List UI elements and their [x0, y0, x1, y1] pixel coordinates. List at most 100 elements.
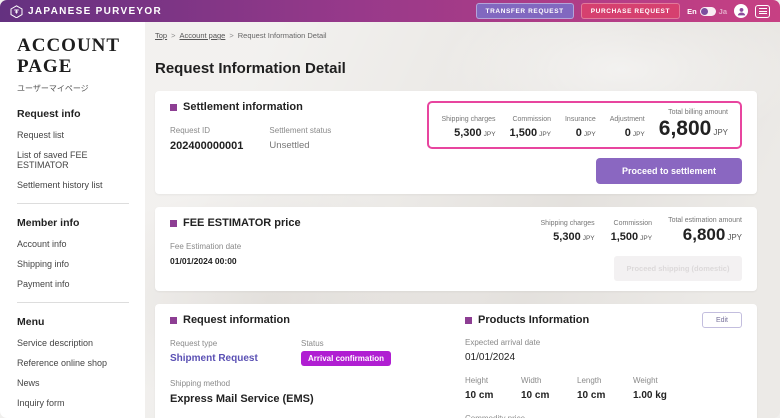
charge-amount: 0 — [624, 127, 631, 139]
fee-estimation-date-label: Fee Estimation date — [170, 242, 242, 251]
breadcrumb-link-top[interactable]: Top — [155, 31, 167, 40]
products-information-header: Products Information — [465, 314, 742, 326]
charge-value: 5,300 JPY — [541, 231, 594, 243]
sidebar-title-line2: PAGE — [17, 55, 73, 77]
length-label: Length — [577, 376, 602, 385]
request-status-label: Status — [301, 339, 324, 348]
sidebar-section-request-info: Request info Request list List of saved … — [17, 108, 129, 190]
request-id-label: Request ID — [170, 126, 211, 135]
sidebar-title: ACCOUNT PAGE — [17, 35, 129, 78]
purchase-request-button[interactable]: PURCHASE REQUEST — [580, 3, 681, 19]
total-estimation-label: Total estimation amount — [668, 217, 742, 224]
brand: JAPANESE PURVEYOR — [10, 4, 162, 18]
shipping-method-value: Express Mail Service (EMS) — [170, 393, 314, 405]
length-value: 10 cm — [577, 390, 606, 401]
switch-knob — [700, 7, 708, 15]
insurance-column: Insurance 0 JPY — [565, 116, 596, 139]
request-information-header: Request information — [170, 314, 465, 326]
total-estimation-amount: 6,800 — [682, 225, 726, 244]
breadcrumb-separator: > — [171, 31, 176, 40]
breadcrumb-separator: > — [229, 31, 234, 40]
charge-unit: JPY — [483, 131, 496, 138]
charge-label: Shipping charges — [441, 116, 496, 123]
breadcrumb-link-account-page[interactable]: Account page — [179, 31, 225, 40]
width-label: Width — [521, 376, 542, 385]
brand-name: JAPANESE PURVEYOR — [28, 5, 162, 17]
fee-estimator-card: FEE ESTIMATOR price Fee Estimation date … — [155, 207, 757, 291]
language-toggle[interactable]: En Ja — [687, 6, 727, 16]
fee-estimation-date-field: Fee Estimation date 01/01/2024 00:00 — [170, 242, 241, 266]
sidebar-item-request-list[interactable]: Request list — [17, 130, 129, 140]
shipping-charges-column: Shipping charges 5,300 JPY — [441, 116, 495, 139]
settlement-left: Settlement information Request ID 202400… — [170, 101, 331, 152]
sidebar-item-payment-info[interactable]: Payment info — [17, 279, 129, 289]
status-badge: Arrival confirmation — [301, 351, 392, 366]
expected-arrival-value: 01/01/2024 — [465, 352, 516, 363]
shipping-method-field: Shipping method Express Mail Service (EM… — [170, 379, 465, 405]
fee-estimator-left: FEE ESTIMATOR price Fee Estimation date … — [170, 217, 301, 266]
transfer-request-button[interactable]: TRANSFER REQUEST — [475, 3, 574, 19]
fee-estimation-date-value: 01/01/2024 00:00 — [170, 256, 237, 266]
charge-label: Commission — [512, 116, 551, 123]
sidebar-divider — [17, 202, 129, 204]
charge-value: 1,500 JPY — [611, 231, 652, 243]
sidebar-item-news[interactable]: News — [17, 378, 129, 388]
charge-amount: 5,300 — [553, 231, 581, 243]
request-id-field: Request ID 202400000001 — [170, 126, 243, 152]
sidebar: ACCOUNT PAGE ユーザーマイページ Request info Requ… — [0, 22, 145, 418]
expected-arrival-field: Expected arrival date 01/01/2024 — [465, 338, 742, 363]
request-information-section: Request information Request type Shipmen… — [170, 314, 465, 418]
sidebar-item-saved-fee-estimator[interactable]: List of saved FEE ESTIMATOR — [17, 150, 129, 170]
sidebar-item-settlement-history[interactable]: Settlement history list — [17, 180, 129, 190]
language-switch[interactable] — [699, 6, 716, 16]
charge-unit: JPY — [583, 131, 596, 138]
breadcrumb-current: Request Information Detail — [237, 31, 327, 40]
sidebar-section-menu: Menu Service description Reference onlin… — [17, 316, 129, 408]
charge-label: Commission — [613, 220, 653, 227]
user-avatar[interactable] — [734, 4, 748, 18]
weight-label: Weight — [633, 376, 658, 385]
brand-logo-icon — [10, 4, 23, 18]
main-content: Top > Account page > Request Information… — [145, 22, 780, 418]
charge-unit: JPY — [632, 131, 645, 138]
weight-value: 1.00 kg — [633, 390, 667, 401]
hamburger-menu-icon[interactable] — [755, 4, 770, 18]
section-bullet-icon — [465, 316, 472, 324]
sidebar-section-header: Request info — [17, 107, 81, 120]
height-field: Height 10 cm — [465, 376, 521, 401]
shipping-charges-column: Shipping charges 5,300 JPY — [541, 220, 595, 243]
request-type-label: Request type — [170, 339, 218, 348]
charge-unit: JPY — [539, 131, 551, 138]
proceed-to-settlement-button[interactable]: Proceed to settlement — [596, 158, 742, 184]
commodity-price-label: Commodity price — [465, 414, 742, 418]
edit-products-button[interactable]: Edit — [701, 312, 742, 328]
proceed-shipping-button-disabled[interactable]: Proceed shipping (domestic) — [614, 256, 742, 281]
language-ja-label: Ja — [718, 6, 727, 16]
charge-amount: 1,500 — [509, 127, 538, 139]
request-type-value[interactable]: Shipment Request — [170, 353, 275, 364]
width-field: Width 10 cm — [521, 376, 577, 401]
sidebar-section-member-info: Member info Account info Shipping info P… — [17, 217, 129, 289]
height-label: Height — [465, 376, 489, 385]
charge-label: Adjustment — [609, 116, 645, 123]
request-products-card: Request information Request type Shipmen… — [155, 304, 757, 418]
sidebar-section-header: Member info — [17, 216, 80, 229]
sidebar-item-inquiry-form[interactable]: Inquiry form — [17, 398, 129, 408]
total-billing-column: Total billing amount 6,800 JPY — [659, 109, 728, 139]
sidebar-section-header: Menu — [17, 315, 45, 328]
total-estimation-column: Total estimation amount 6,800 JPY — [668, 217, 742, 243]
sidebar-item-reference-online-shop[interactable]: Reference online shop — [17, 358, 129, 368]
charge-amount: 1,500 — [610, 231, 639, 243]
total-estimation-value: 6,800 JPY — [668, 226, 742, 243]
sidebar-item-account-info[interactable]: Account info — [17, 239, 129, 249]
charge-value: 0 JPY — [565, 127, 596, 139]
charge-amount: 0 — [575, 127, 582, 139]
section-bullet-icon — [170, 316, 177, 324]
length-field: Length 10 cm — [577, 376, 633, 401]
sidebar-item-shipping-info[interactable]: Shipping info — [17, 259, 129, 269]
total-billing-amount: 6,800 — [658, 117, 712, 140]
request-status-field: Status Arrival confirmation — [301, 339, 392, 366]
sidebar-item-service-description[interactable]: Service description — [17, 338, 129, 348]
request-type-field: Request type Shipment Request — [170, 339, 275, 366]
section-bullet-icon — [170, 219, 177, 227]
